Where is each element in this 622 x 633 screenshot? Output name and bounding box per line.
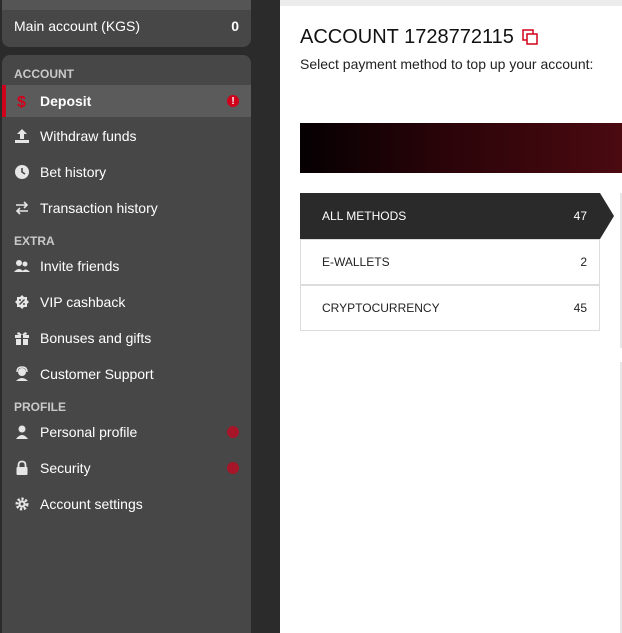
sidebar-item-label: Deposit [40, 93, 92, 109]
person-icon [14, 424, 30, 440]
method-category-all[interactable]: ALL METHODS 47 [300, 193, 614, 239]
sidebar-item-label: Invite friends [40, 258, 120, 274]
sidebar-item-customer-support[interactable]: Customer Support [2, 358, 251, 390]
sidebar-item-bet-history[interactable]: Bet history [2, 156, 251, 188]
sidebar-item-label: Personal profile [40, 424, 138, 440]
section-extra: EXTRA [14, 234, 55, 248]
sidebar-item-label: Transaction history [40, 200, 158, 216]
sidebar-item-label: Withdraw funds [40, 128, 137, 144]
promo-banner[interactable] [300, 123, 622, 173]
section-account: ACCOUNT [14, 67, 74, 81]
sidebar-item-label: Account settings [40, 496, 143, 512]
profile-alert-dot [227, 426, 239, 438]
sidebar-item-transaction-history[interactable]: Transaction history [2, 192, 251, 224]
page-title: ACCOUNT 1728772115 [300, 26, 539, 49]
account-title: ACCOUNT 1728772115 [300, 26, 514, 48]
support-agent-icon [14, 366, 30, 382]
people-icon [14, 258, 30, 274]
section-profile: PROFILE [14, 400, 67, 414]
sidebar-item-deposit[interactable]: $ Deposit ! [2, 85, 251, 117]
panel-top-strip [280, 0, 622, 6]
percent-badge-icon [14, 294, 30, 310]
method-category-count: 2 [580, 255, 587, 269]
sidebar: Main account (KGS) 0 ACCOUNT $ Deposit !… [0, 0, 260, 633]
upload-icon [14, 128, 30, 144]
method-category-label: ALL METHODS [322, 209, 407, 223]
sidebar-item-label: Customer Support [40, 366, 154, 382]
gift-icon [14, 330, 30, 346]
method-category-label: CRYPTOCURRENCY [322, 301, 440, 315]
method-category-cryptocurrency[interactable]: CRYPTOCURRENCY 45 [300, 285, 600, 331]
clock-icon [14, 164, 30, 180]
method-category-e-wallets[interactable]: E-WALLETS 2 [300, 239, 600, 285]
sidebar-item-invite-friends[interactable]: Invite friends [2, 250, 251, 282]
method-category-count: 47 [573, 209, 587, 223]
method-category-count: 45 [573, 301, 587, 315]
account-name: Main account (KGS) [14, 18, 141, 34]
sidebar-item-vip-cashback[interactable]: VIP cashback [2, 286, 251, 318]
dollar-icon: $ [14, 93, 30, 109]
svg-text:$: $ [17, 94, 26, 109]
sidebar-item-account-settings[interactable]: Account settings [2, 488, 251, 520]
method-category-label: E-WALLETS [322, 255, 390, 269]
copy-icon[interactable] [522, 29, 539, 46]
sidebar-item-label: VIP cashback [40, 294, 126, 310]
sidebar-item-label: Bet history [40, 164, 107, 180]
sidebar-divider [260, 0, 280, 633]
page-subtitle: Select payment method to top up your acc… [300, 56, 594, 72]
sidebar-item-label: Security [40, 460, 91, 476]
security-alert-dot [227, 462, 239, 474]
account-card-top-strip [2, 0, 251, 10]
sidebar-item-bonuses[interactable]: Bonuses and gifts [2, 322, 251, 354]
main-account-card[interactable]: Main account (KGS) 0 [2, 0, 251, 47]
sidebar-item-security[interactable]: Security [2, 452, 251, 484]
deposit-panel: ACCOUNT 1728772115 Select payment method… [280, 0, 622, 633]
gear-icon [14, 496, 30, 512]
deposit-alert-badge: ! [227, 95, 239, 107]
account-balance: 0 [231, 18, 239, 34]
swap-arrows-icon [14, 200, 30, 216]
sidebar-item-label: Bonuses and gifts [40, 330, 152, 346]
account-menu: ACCOUNT $ Deposit ! Withdraw funds Bet h… [2, 55, 251, 633]
sidebar-item-personal-profile[interactable]: Personal profile [2, 416, 251, 448]
sidebar-item-withdraw[interactable]: Withdraw funds [2, 120, 251, 152]
lock-icon [14, 460, 30, 476]
